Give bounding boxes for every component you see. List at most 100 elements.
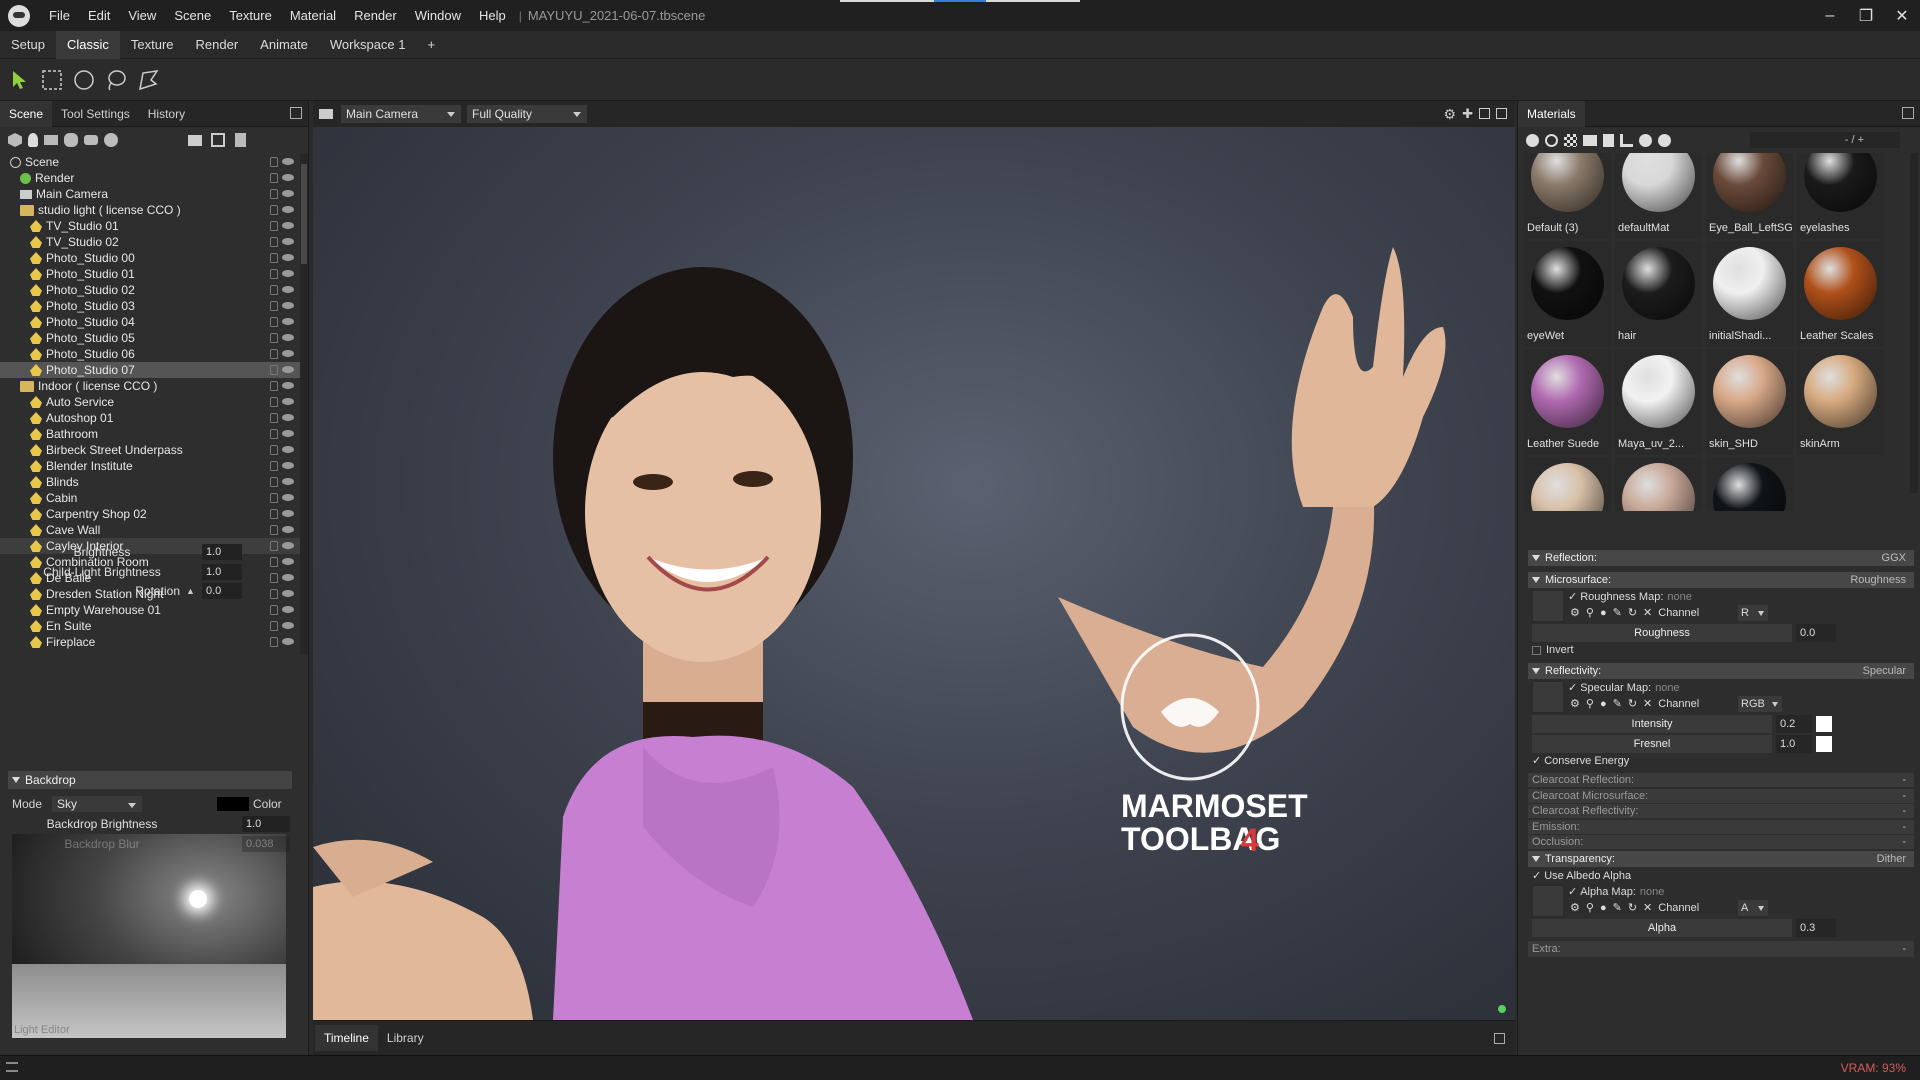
menu-render[interactable]: Render [345, 0, 406, 31]
spec-paint-icon[interactable]: ● [1600, 698, 1607, 710]
menu-view[interactable]: View [119, 0, 165, 31]
material-swatch[interactable]: Leather Suede [1524, 349, 1611, 455]
lock-icon[interactable] [270, 429, 278, 439]
visibility-eye-icon[interactable] [282, 622, 294, 629]
visibility-eye-icon[interactable] [282, 414, 294, 421]
material-swatch[interactable]: hair [1615, 241, 1702, 347]
spec-search-icon[interactable]: ⚲ [1586, 697, 1594, 710]
map-edit-icon[interactable]: ✎ [1613, 606, 1622, 619]
collapsed-section-value[interactable]: - [1902, 805, 1906, 817]
lock-icon[interactable] [270, 621, 278, 631]
lock-icon[interactable] [270, 349, 278, 359]
add-material-icon[interactable] [1526, 133, 1539, 147]
transparency-header[interactable]: Transparency: Dither [1528, 851, 1914, 867]
material-swatch[interactable]: tearductTrans... [1706, 457, 1793, 511]
backdrop-blur-row[interactable]: Backdrop Blur 0.038 [12, 834, 292, 854]
spec-clear-icon[interactable]: ✕ [1643, 697, 1652, 710]
polygon-select-icon[interactable] [134, 66, 162, 94]
maximize-icon[interactable]: ❐ [1848, 0, 1884, 31]
reflectivity-header[interactable]: Reflectivity: Specular [1528, 663, 1914, 679]
lock-icon[interactable] [270, 493, 278, 503]
visibility-eye-icon[interactable] [282, 638, 294, 645]
map-search-icon[interactable]: ⚲ [1586, 606, 1594, 619]
tab-timeline[interactable]: Timeline [315, 1025, 378, 1051]
specular-map-checkbox[interactable]: ✓ [1568, 681, 1577, 694]
tree-item[interactable]: Photo_Studio 05 [0, 330, 300, 346]
tree-item[interactable]: Bathroom [0, 426, 300, 442]
brightness-value[interactable]: 1.0 [202, 544, 242, 560]
brightness-row[interactable]: Brightness 1.0 [12, 542, 292, 562]
spec-settings-icon[interactable]: ⚙ [1570, 697, 1580, 710]
tree-item[interactable]: Photo_Studio 02 [0, 282, 300, 298]
add-workspace-button[interactable]: + [417, 31, 447, 59]
viewport-popout-icon[interactable] [1496, 107, 1507, 119]
collapsed-section-header[interactable]: Clearcoat Reflection: - [1528, 773, 1914, 787]
add-mesh-icon[interactable] [8, 133, 22, 147]
tree-item[interactable]: Cave Wall [0, 522, 300, 538]
lock-icon[interactable] [270, 269, 278, 279]
lasso-select-icon[interactable] [102, 66, 130, 94]
material-swatch[interactable]: skin_SHD [1706, 349, 1793, 455]
move-view-icon[interactable]: ✚ [1462, 106, 1473, 123]
tree-item[interactable]: Photo_Studio 07 [0, 362, 300, 378]
tree-item[interactable]: Photo_Studio 03 [0, 298, 300, 314]
visibility-eye-icon[interactable] [282, 206, 294, 213]
tab-scene[interactable]: Scene [0, 100, 53, 127]
alpha-paint-icon[interactable]: ● [1600, 902, 1607, 914]
tree-item[interactable]: TV_Studio 02 [0, 234, 300, 250]
material-swatch[interactable]: skinArm [1797, 349, 1884, 455]
lock-icon[interactable] [270, 413, 278, 423]
roughness-map-checkbox[interactable]: ✓ [1568, 590, 1577, 603]
pick-material-icon[interactable] [1620, 133, 1633, 147]
tree-item[interactable]: Photo_Studio 01 [0, 266, 300, 282]
intensity-color-swatch[interactable] [1816, 716, 1832, 732]
visibility-eye-icon[interactable] [282, 350, 294, 357]
spec-edit-icon[interactable]: ✎ [1613, 697, 1622, 710]
quality-select[interactable]: Full Quality [467, 105, 587, 123]
menu-scene[interactable]: Scene [165, 0, 220, 31]
visibility-eye-icon[interactable] [282, 222, 294, 229]
scene-tree-scrollbar[interactable] [300, 154, 308, 654]
close-icon[interactable]: ✕ [1884, 0, 1920, 31]
alpha-channel-select[interactable]: A [1738, 900, 1768, 916]
tree-item[interactable]: studio light ( license CCO ) [0, 202, 300, 218]
transparency-mode[interactable]: Dither [1877, 853, 1906, 865]
visibility-eye-icon[interactable] [282, 270, 294, 277]
menu-window[interactable]: Window [406, 0, 470, 31]
add-camera-icon[interactable] [44, 135, 58, 145]
reflection-mode[interactable]: GGX [1882, 552, 1906, 564]
map-settings-icon[interactable]: ⚙ [1570, 606, 1580, 619]
backdrop-brightness-value[interactable]: 1.0 [242, 816, 290, 832]
collapsed-section-value[interactable]: - [1902, 836, 1906, 848]
workspace-tab-animate[interactable]: Animate [249, 31, 319, 59]
lock-icon[interactable] [270, 157, 278, 167]
use-albedo-alpha-row[interactable]: ✓ Use Albedo Alpha [1532, 869, 1631, 883]
tree-item[interactable]: Carpentry Shop 02 [0, 506, 300, 522]
visibility-eye-icon[interactable] [282, 366, 294, 373]
add-turntable-icon[interactable] [104, 133, 118, 147]
material-swatch[interactable]: initialShadi... [1706, 241, 1793, 347]
intensity-value[interactable]: 0.2 [1776, 715, 1812, 733]
folder-icon[interactable] [188, 134, 202, 146]
lock-icon[interactable] [270, 173, 278, 183]
collapsed-section-value[interactable]: - [1902, 790, 1906, 802]
visibility-eye-icon[interactable] [282, 462, 294, 469]
tree-item[interactable]: Indoor ( license CCO ) [0, 378, 300, 394]
bottom-popout-icon[interactable] [1494, 1032, 1505, 1044]
status-menu-icon[interactable] [6, 1062, 18, 1072]
fresnel-slider[interactable]: Fresnel [1532, 735, 1772, 753]
lock-icon[interactable] [270, 317, 278, 327]
visibility-eye-icon[interactable] [282, 478, 294, 485]
visibility-eye-icon[interactable] [282, 254, 294, 261]
visibility-eye-icon[interactable] [282, 494, 294, 501]
menu-help[interactable]: Help [470, 0, 515, 31]
lock-icon[interactable] [270, 605, 278, 615]
visibility-eye-icon[interactable] [282, 606, 294, 613]
material-swatch[interactable]: skinLeg [1615, 457, 1702, 511]
menu-edit[interactable]: Edit [79, 0, 119, 31]
visibility-eye-icon[interactable] [282, 334, 294, 341]
rectangle-select-icon[interactable] [38, 66, 66, 94]
visibility-eye-icon[interactable] [282, 238, 294, 245]
alpha-slider[interactable]: Alpha [1532, 919, 1792, 937]
tree-item[interactable]: Scene [0, 154, 300, 170]
